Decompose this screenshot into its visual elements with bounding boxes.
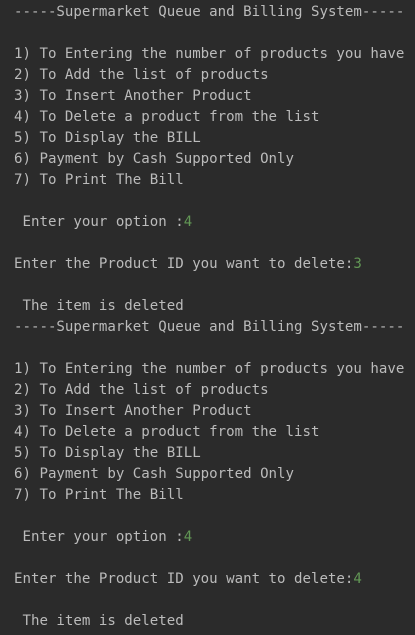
console-output-panel[interactable]: -----Supermarket Queue and Billing Syste… — [0, 0, 415, 635]
menu-option: 1) To Entering the number of products yo… — [14, 359, 404, 380]
product-id-prompt: Enter the Product ID you want to delete:… — [14, 569, 362, 590]
menu-option: 4) To Delete a product from the list — [14, 422, 319, 443]
option-prompt-text: Enter your option : — [14, 214, 184, 230]
menu-option: 4) To Delete a product from the list — [14, 107, 319, 128]
menu-option: 6) Payment by Cash Supported Only — [14, 149, 294, 170]
status-message: The item is deleted — [14, 296, 184, 317]
menu-title-text: -----Supermarket Queue and Billing Syste… — [14, 4, 405, 20]
status-message-text: The item is deleted — [14, 298, 184, 314]
menu-option-text: 5) To Display the BILL — [14, 130, 201, 146]
product-id-prompt-text: Enter the Product ID you want to delete: — [14, 256, 354, 272]
menu-option: 6) Payment by Cash Supported Only — [14, 464, 294, 485]
menu-option: 2) To Add the list of products — [14, 65, 269, 86]
status-message: The item is deleted — [14, 611, 184, 632]
menu-option-text: 3) To Insert Another Product — [14, 403, 252, 419]
menu-option-text: 3) To Insert Another Product — [14, 88, 252, 104]
menu-option: 3) To Insert Another Product — [14, 401, 252, 422]
menu-option: 1) To Entering the number of products yo… — [14, 44, 404, 65]
menu-option-text: 6) Payment by Cash Supported Only — [14, 466, 295, 482]
menu-option: 7) To Print The Bill — [14, 485, 184, 506]
menu-option-text: 4) To Delete a product from the list — [14, 424, 320, 440]
menu-option: 7) To Print The Bill — [14, 170, 184, 191]
menu-option: 2) To Add the list of products — [14, 380, 269, 401]
user-input-value: 3 — [353, 256, 362, 272]
option-prompt: Enter your option :4 — [14, 527, 192, 548]
menu-title: -----Supermarket Queue and Billing Syste… — [14, 2, 404, 23]
status-message-text: The item is deleted — [14, 613, 184, 629]
menu-option: 5) To Display the BILL — [14, 128, 201, 149]
menu-option: 5) To Display the BILL — [14, 443, 201, 464]
menu-option-text: 1) To Entering the number of products yo… — [14, 361, 405, 377]
menu-option-text: 2) To Add the list of products — [14, 67, 269, 83]
menu-option-text: 2) To Add the list of products — [14, 382, 269, 398]
menu-option-text: 5) To Display the BILL — [14, 445, 201, 461]
user-input-value: 4 — [183, 529, 193, 545]
user-input-value: 4 — [353, 571, 362, 587]
option-prompt: Enter your option :4 — [14, 212, 192, 233]
menu-option-text: 1) To Entering the number of products yo… — [14, 46, 405, 62]
menu-option: 3) To Insert Another Product — [14, 86, 252, 107]
product-id-prompt-text: Enter the Product ID you want to delete: — [14, 571, 354, 587]
menu-title-text: -----Supermarket Queue and Billing Syste… — [14, 319, 405, 335]
product-id-prompt: Enter the Product ID you want to delete:… — [14, 254, 362, 275]
menu-title: -----Supermarket Queue and Billing Syste… — [14, 317, 404, 338]
menu-option-text: 4) To Delete a product from the list — [14, 109, 320, 125]
menu-option-text: 7) To Print The Bill — [14, 172, 184, 188]
menu-option-text: 7) To Print The Bill — [14, 487, 184, 503]
user-input-value: 4 — [183, 214, 193, 230]
menu-option-text: 6) Payment by Cash Supported Only — [14, 151, 295, 167]
option-prompt-text: Enter your option : — [14, 529, 184, 545]
